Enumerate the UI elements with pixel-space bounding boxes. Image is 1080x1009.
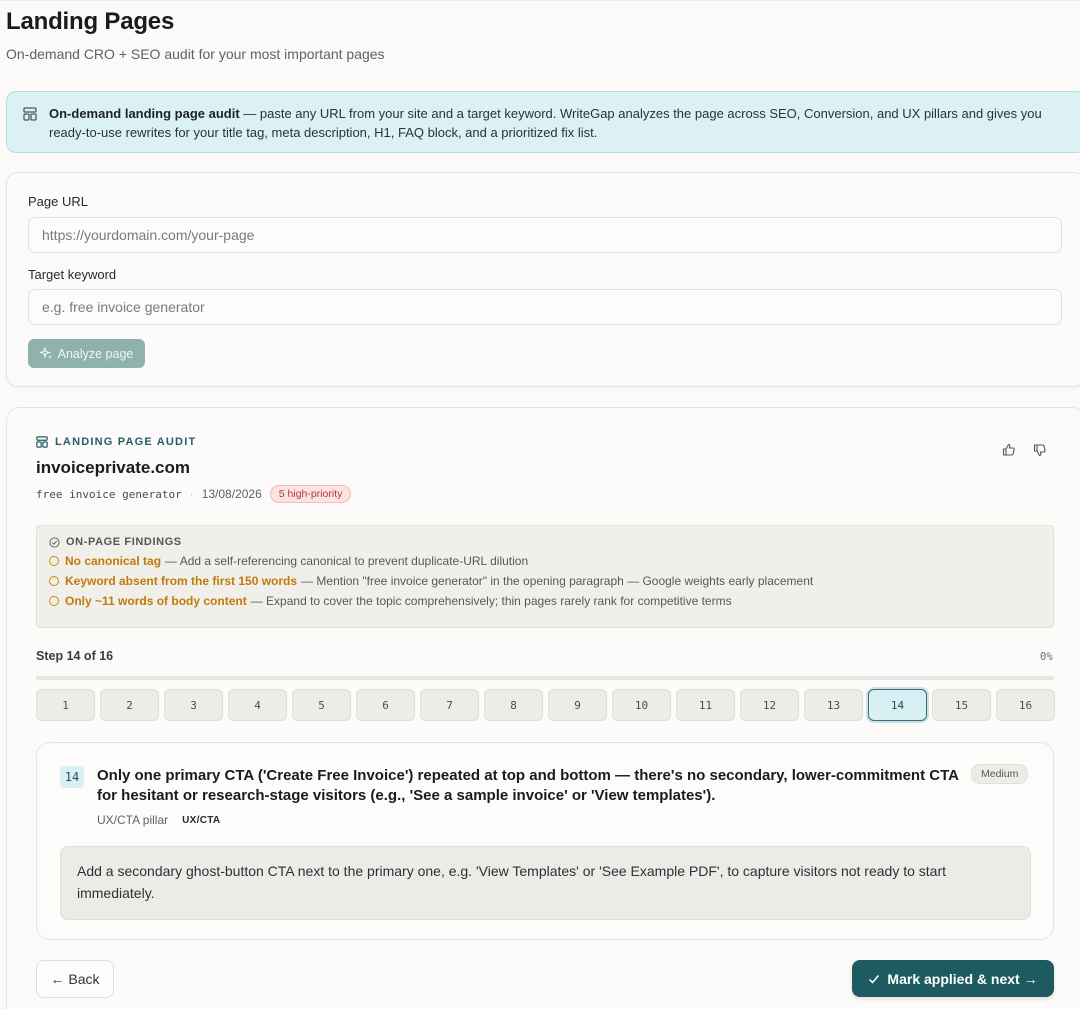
step-navigator: 1 2 3 4 5 6 7 8 9 10 11 12 13 14 15 16: [36, 689, 1055, 721]
thumbs-down-icon[interactable]: [1032, 442, 1048, 458]
keyword-label: Target keyword: [28, 267, 117, 282]
issue-pillar: UX/CTA pillar UX/CTA: [97, 813, 220, 827]
target-keyword: free invoice generator: [36, 487, 182, 501]
step-button-1[interactable]: 1: [36, 689, 95, 721]
progress-percent: 0%: [1040, 651, 1053, 663]
mark-applied-next-label: Mark applied & next →: [887, 970, 1038, 987]
step-button-9[interactable]: 9: [548, 689, 607, 721]
issue-title: Only one primary CTA ('Create Free Invoi…: [97, 767, 959, 804]
recommended-fix: Add a secondary ghost-button CTA next to…: [60, 846, 1031, 920]
step-button-13[interactable]: 13: [804, 689, 863, 721]
audit-form: Page URL Target keyword Analyze page: [6, 172, 1080, 387]
analyze-page-label: Analyze page: [57, 346, 134, 361]
step-button-2[interactable]: 2: [100, 689, 159, 721]
url-input[interactable]: [28, 217, 1062, 253]
check-circle-icon: [49, 536, 60, 548]
analyze-page-button[interactable]: Analyze page: [28, 339, 145, 368]
back-button[interactable]: ← Back: [36, 960, 114, 998]
info-banner: On-demand landing page audit — paste any…: [6, 91, 1080, 153]
top-divider: [0, 0, 1080, 4]
finding-item: Only ~11 words of body content — Expand …: [49, 594, 1041, 608]
audit-eyebrow: LANDING PAGE AUDIT: [36, 436, 196, 448]
finding-highlight: Only ~11 words of body content: [65, 594, 247, 608]
layout-icon: [23, 107, 37, 121]
banner-heading: On-demand landing page audit: [49, 106, 240, 121]
warning-circle-icon: [49, 556, 59, 566]
step-button-4[interactable]: 4: [228, 689, 287, 721]
finding-text: — Add a self-referencing canonical to pr…: [165, 554, 529, 568]
on-page-findings: ON-PAGE FINDINGS No canonical tag — Add …: [36, 525, 1054, 628]
pillar-tag: UX/CTA: [182, 814, 221, 826]
step-button-6[interactable]: 6: [356, 689, 415, 721]
step-button-15[interactable]: 15: [932, 689, 991, 721]
thumbs-up-icon[interactable]: [1001, 442, 1017, 458]
step-button-10[interactable]: 10: [612, 689, 671, 721]
audit-result-card: LANDING PAGE AUDIT invoiceprivate.com fr…: [6, 407, 1080, 1009]
meta-separator: ·: [189, 487, 194, 501]
step-button-7[interactable]: 7: [420, 689, 479, 721]
keyword-input[interactable]: [28, 289, 1062, 325]
issue-card: 14 Only one primary CTA ('Create Free In…: [36, 742, 1054, 940]
finding-highlight: Keyword absent from the first 150 words: [65, 574, 298, 588]
findings-title-label: ON-PAGE FINDINGS: [66, 536, 182, 548]
warning-circle-icon: [49, 576, 59, 586]
step-counter: Step 14 of 16: [36, 649, 114, 663]
page-subtitle: On-demand CRO + SEO audit for your most …: [6, 46, 385, 62]
step-button-8[interactable]: 8: [484, 689, 543, 721]
warning-circle-icon: [49, 596, 59, 606]
mark-applied-next-button[interactable]: Mark applied & next →: [852, 960, 1054, 997]
audit-eyebrow-label: LANDING PAGE AUDIT: [55, 436, 197, 448]
step-button-16[interactable]: 16: [996, 689, 1055, 721]
page-title: Landing Pages: [6, 8, 175, 35]
step-button-3[interactable]: 3: [164, 689, 223, 721]
finding-item: Keyword absent from the first 150 words …: [49, 574, 1041, 588]
audit-meta: free invoice generator · 13/08/2026 5 hi…: [36, 485, 352, 503]
audit-date: 13/08/2026: [201, 487, 262, 501]
finding-item: No canonical tag — Add a self-referencin…: [49, 554, 1041, 568]
url-label: Page URL: [28, 194, 88, 209]
priority-badge: 5 high-priority: [269, 485, 352, 503]
severity-badge: Medium: [971, 764, 1029, 784]
sparkles-icon: [39, 347, 52, 359]
check-icon: [869, 974, 880, 984]
issue-step-number: 14: [60, 766, 84, 788]
finding-text: — Mention "free invoice generator" in th…: [301, 574, 814, 588]
findings-title: ON-PAGE FINDINGS: [49, 536, 1041, 548]
progress-bar: [36, 676, 1054, 680]
finding-text: — Expand to cover the topic comprehensiv…: [250, 594, 732, 608]
layout-icon: [36, 436, 48, 448]
step-button-11[interactable]: 11: [676, 689, 735, 721]
finding-highlight: No canonical tag: [65, 554, 162, 568]
step-button-5[interactable]: 5: [292, 689, 351, 721]
step-button-14[interactable]: 14: [868, 689, 927, 721]
pillar-label: UX/CTA pillar: [97, 813, 169, 827]
step-button-12[interactable]: 12: [740, 689, 799, 721]
audited-domain: invoiceprivate.com: [36, 458, 191, 477]
